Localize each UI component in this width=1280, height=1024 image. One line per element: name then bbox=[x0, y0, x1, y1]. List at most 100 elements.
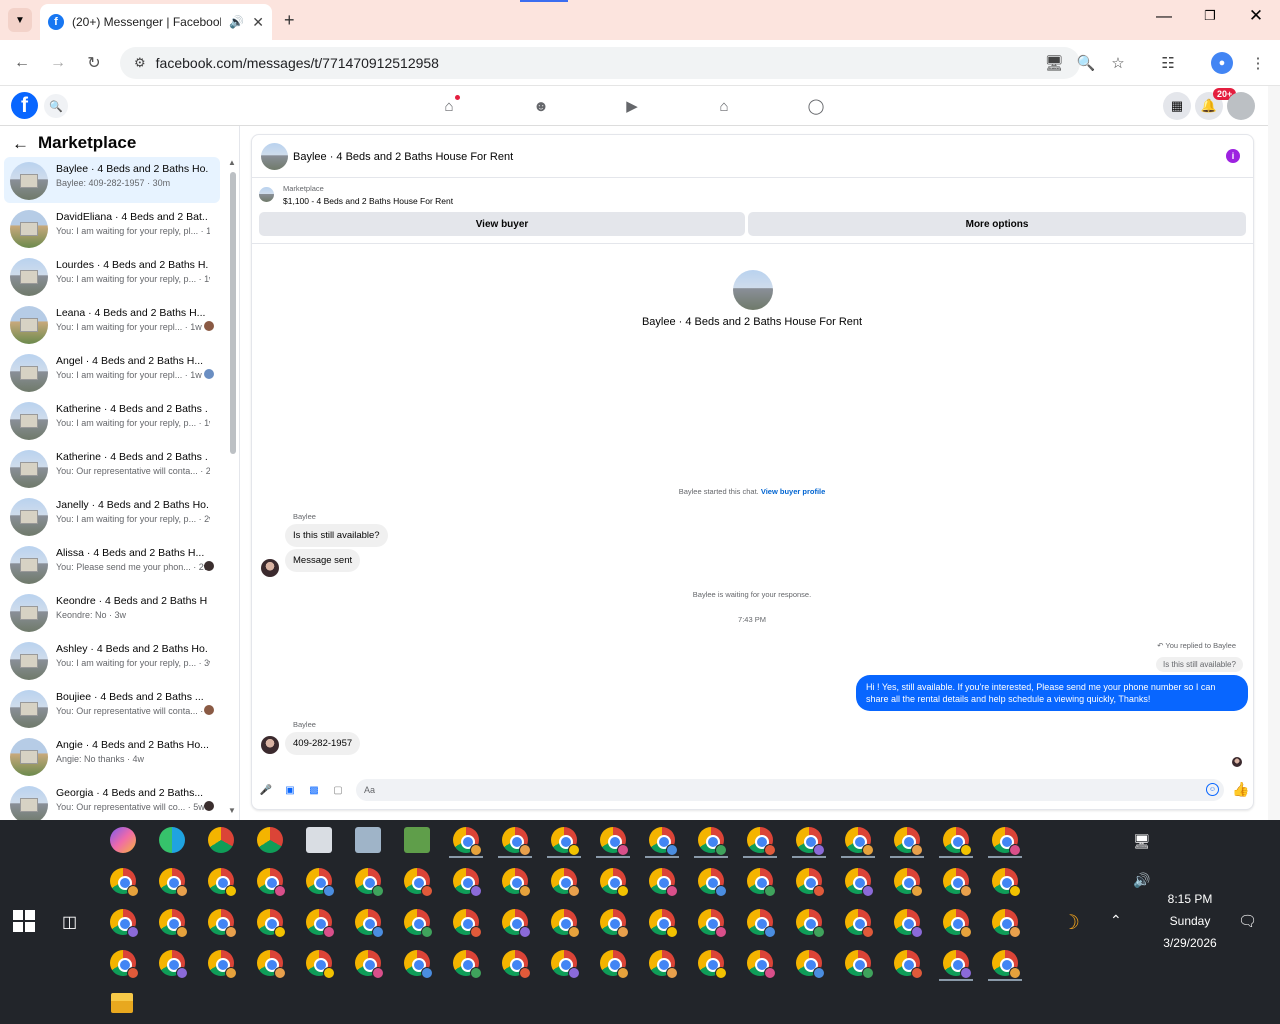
chrome-profile-icon[interactable] bbox=[698, 868, 727, 897]
chrome-profile-icon[interactable] bbox=[600, 868, 629, 897]
chrome-profile-icon[interactable] bbox=[404, 950, 433, 979]
conversation-item[interactable]: Boujiee · 4 Beds and 2 Baths ... You: Our… bbox=[4, 685, 220, 731]
close-window-button[interactable]: ✕ bbox=[1244, 6, 1268, 26]
notepad-app-icon[interactable] bbox=[404, 827, 430, 853]
zoom-icon[interactable]: 🔍 bbox=[1075, 52, 1097, 74]
chrome-profile-icon[interactable] bbox=[600, 909, 629, 938]
task-view-icon[interactable]: ◫ bbox=[62, 912, 77, 932]
outgoing-message[interactable]: Hi ! Yes, still available. If you're int… bbox=[856, 675, 1248, 712]
new-tab-button[interactable]: + bbox=[284, 10, 295, 31]
view-buyer-button[interactable]: View buyer bbox=[259, 212, 745, 236]
browser-tab[interactable]: f (20+) Messenger | Facebook 🔊 ✕ bbox=[40, 4, 272, 40]
chrome-profile-icon[interactable] bbox=[208, 909, 237, 938]
chrome-profile-icon[interactable] bbox=[257, 868, 286, 897]
incoming-message[interactable]: 409-282-1957 bbox=[285, 732, 361, 755]
profile-icon[interactable]: ● bbox=[1211, 52, 1233, 74]
copilot-icon[interactable] bbox=[110, 827, 136, 853]
conversation-item[interactable]: Angie · 4 Beds and 2 Baths Ho... Angie: N… bbox=[4, 733, 220, 779]
chrome-app-icon[interactable] bbox=[208, 827, 234, 853]
chrome-profile-icon[interactable] bbox=[355, 909, 384, 938]
chrome-profile-icon[interactable] bbox=[992, 868, 1021, 897]
conversation-item[interactable]: Alissa · 4 Beds and 2 Baths H... You: Ple… bbox=[4, 541, 220, 587]
install-app-icon[interactable]: 🖥 bbox=[1043, 52, 1065, 74]
incoming-message[interactable]: Message sent bbox=[285, 549, 361, 572]
conversation-item[interactable]: Janelly · 4 Beds and 2 Baths Ho... You: I… bbox=[4, 493, 220, 539]
chrome-profile-icon[interactable] bbox=[845, 827, 874, 856]
chrome-profile-icon[interactable] bbox=[845, 909, 874, 938]
chrome-profile-icon[interactable] bbox=[845, 868, 874, 897]
gif-icon[interactable]: ▢ bbox=[331, 783, 345, 797]
chrome-profile-icon[interactable] bbox=[502, 868, 531, 897]
chrome-profile-icon[interactable] bbox=[306, 909, 335, 938]
chrome-profile-icon[interactable] bbox=[649, 909, 678, 938]
message-input[interactable]: Aa bbox=[356, 779, 1224, 801]
notification-center-icon[interactable]: 🗨 bbox=[1238, 912, 1257, 930]
back-arrow-icon[interactable]: ← bbox=[12, 134, 29, 154]
chrome-profile-icon[interactable] bbox=[502, 909, 531, 938]
chat-avatar[interactable] bbox=[261, 143, 288, 170]
chrome-profile-icon[interactable] bbox=[159, 950, 188, 979]
chrome-profile-icon[interactable] bbox=[894, 868, 923, 897]
search-icon[interactable]: 🔍 bbox=[44, 94, 68, 118]
video-icon[interactable]: ▶ bbox=[617, 96, 647, 116]
chrome-profile-icon[interactable] bbox=[110, 950, 139, 979]
chrome-profile-icon[interactable] bbox=[355, 950, 384, 979]
scroll-up-arrow-icon[interactable]: ▲ bbox=[228, 158, 236, 167]
volume-icon[interactable]: 🔊 bbox=[1133, 872, 1150, 889]
facebook-logo[interactable]: f bbox=[11, 92, 38, 119]
listing-thumbnail[interactable] bbox=[259, 187, 274, 202]
chrome-profile-icon[interactable] bbox=[159, 909, 188, 938]
chrome-profile-icon[interactable] bbox=[502, 950, 531, 979]
monitor-app-icon[interactable] bbox=[355, 827, 381, 853]
more-options-button[interactable]: More options bbox=[748, 212, 1246, 236]
chrome-profile-icon[interactable] bbox=[894, 950, 923, 979]
address-bar[interactable]: ⚙ facebook.com/messages/t/77147091251295… bbox=[120, 47, 1080, 79]
file-explorer-icon[interactable] bbox=[111, 993, 133, 1013]
chrome-profile-icon[interactable] bbox=[159, 868, 188, 897]
site-info-icon[interactable]: ⚙ bbox=[134, 55, 146, 71]
app-icon[interactable] bbox=[306, 827, 332, 853]
conversation-item[interactable]: Ashley · 4 Beds and 2 Baths Ho... You: I … bbox=[4, 637, 220, 683]
chrome-profile-icon[interactable] bbox=[796, 827, 825, 856]
chrome-profile-icon[interactable] bbox=[110, 868, 139, 897]
chrome-profile-icon[interactable] bbox=[453, 909, 482, 938]
sender-avatar[interactable] bbox=[261, 559, 279, 577]
chrome-profile-icon[interactable] bbox=[845, 950, 874, 979]
sticker-icon[interactable]: ▩ bbox=[307, 783, 321, 797]
incoming-message[interactable]: Is this still available? bbox=[285, 524, 388, 547]
chrome-profile-icon[interactable] bbox=[600, 950, 629, 979]
chrome-profile-icon[interactable] bbox=[306, 868, 335, 897]
night-light-icon[interactable]: ☽ bbox=[1062, 910, 1080, 935]
info-icon[interactable]: i bbox=[1226, 149, 1240, 163]
chrome-profile-icon[interactable] bbox=[698, 827, 727, 856]
chrome-profile-icon[interactable] bbox=[796, 950, 825, 979]
conversation-item[interactable]: Katherine · 4 Beds and 2 Baths ... You: O… bbox=[4, 445, 220, 491]
reload-button[interactable]: ↻ bbox=[81, 50, 107, 76]
windows-start-icon[interactable] bbox=[13, 910, 35, 932]
chrome-profile-icon[interactable] bbox=[404, 909, 433, 938]
marketplace-icon[interactable]: ⌂ bbox=[709, 96, 739, 116]
conversation-item[interactable]: DavidEliana · 4 Beds and 2 Bat... You: I … bbox=[4, 205, 220, 251]
thumbs-up-icon[interactable]: 👍 bbox=[1232, 781, 1249, 798]
scroll-down-arrow-icon[interactable]: ▼ bbox=[228, 806, 236, 815]
chrome-profile-icon[interactable] bbox=[551, 868, 580, 897]
chrome-profile-icon[interactable] bbox=[208, 868, 237, 897]
menu-dots-icon[interactable]: ⋮ bbox=[1247, 52, 1269, 74]
conversation-item[interactable]: Lourdes · 4 Beds and 2 Baths H... You: I … bbox=[4, 253, 220, 299]
edge-icon[interactable] bbox=[159, 827, 185, 853]
chrome-profile-icon[interactable] bbox=[992, 950, 1021, 979]
chrome-profile-icon[interactable] bbox=[208, 950, 237, 979]
chrome-profile-icon[interactable] bbox=[943, 868, 972, 897]
chrome-profile-icon[interactable] bbox=[992, 909, 1021, 938]
sender-avatar[interactable] bbox=[261, 736, 279, 754]
chrome-profile-icon[interactable] bbox=[747, 950, 776, 979]
chrome-profile-icon[interactable] bbox=[698, 909, 727, 938]
chrome-profile-icon[interactable] bbox=[502, 827, 531, 856]
sidebar-scrollbar[interactable] bbox=[230, 172, 236, 454]
tray-overflow-icon[interactable]: ⌃ bbox=[1110, 912, 1122, 929]
view-buyer-profile-link[interactable]: View buyer profile bbox=[761, 487, 825, 496]
conversation-item[interactable]: Angel · 4 Beds and 2 Baths H... You: I am… bbox=[4, 349, 220, 395]
chrome-profile-icon[interactable] bbox=[551, 827, 580, 856]
chrome-profile-icon[interactable] bbox=[453, 827, 482, 856]
clock-time[interactable]: 8:15 PM bbox=[1140, 892, 1240, 906]
